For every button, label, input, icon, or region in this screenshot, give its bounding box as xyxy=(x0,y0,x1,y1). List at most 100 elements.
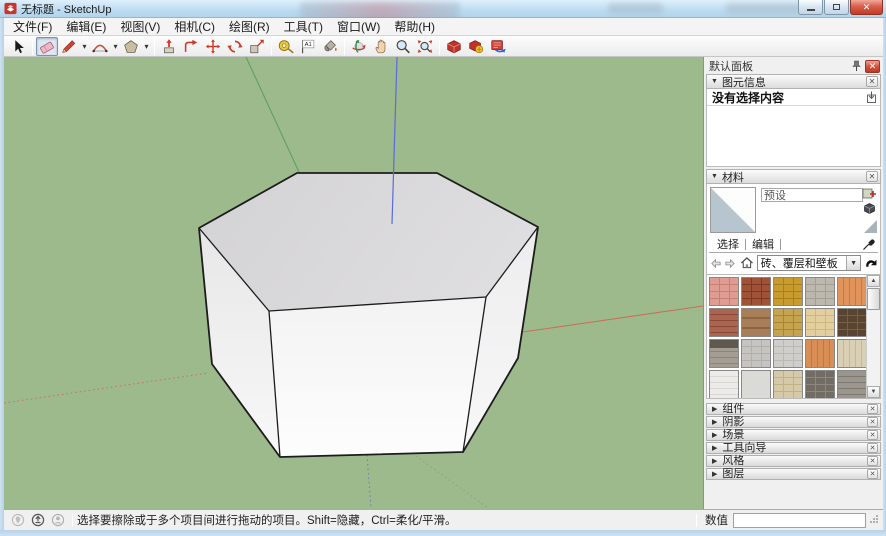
offset-tool-button[interactable] xyxy=(180,37,202,56)
material-swatch-light-gray-pavers[interactable] xyxy=(741,339,771,368)
scale-tool-button[interactable] xyxy=(246,37,268,56)
push-pull-tool-button[interactable] xyxy=(158,37,180,56)
menu-item-4[interactable]: 绘图(R) xyxy=(222,17,277,36)
maximize-button[interactable] xyxy=(824,0,849,15)
collapsed-section-0[interactable]: ▶组件✕ xyxy=(706,403,881,415)
arc-tool-button[interactable] xyxy=(89,37,111,56)
pan-tool-button[interactable] xyxy=(370,37,392,56)
menu-item-0[interactable]: 文件(F) xyxy=(6,17,59,36)
share-model-tool-button[interactable] xyxy=(465,37,487,56)
entity-details-icon[interactable] xyxy=(866,91,877,104)
paint-bucket-tool-button[interactable] xyxy=(319,37,341,56)
material-swatch-brown-siding-horizontal[interactable] xyxy=(741,308,771,337)
zoom-tool-button[interactable] xyxy=(392,37,414,56)
claim-credit-icon[interactable] xyxy=(31,513,45,527)
material-swatch-orange-board-vertical[interactable] xyxy=(805,339,835,368)
zoom-extents-tool-button[interactable] xyxy=(414,37,436,56)
material-swatch-white-siding-horizontal[interactable] xyxy=(709,370,739,398)
material-swatch-red-brown-brick[interactable] xyxy=(741,277,771,306)
entity-info-header[interactable]: ▼ 图元信息 ✕ xyxy=(706,74,881,89)
material-swatch-gray-brick[interactable] xyxy=(837,370,866,398)
menu-item-3[interactable]: 相机(C) xyxy=(167,17,222,36)
material-swatch-gray-concrete-block[interactable] xyxy=(773,339,803,368)
get-models-tool-button[interactable] xyxy=(443,37,465,56)
material-swatch-orange-siding-vertical[interactable] xyxy=(837,277,866,306)
collapsed-section-3[interactable]: ▶工具向导✕ xyxy=(706,442,881,454)
section-close-button[interactable]: ✕ xyxy=(867,443,878,453)
section-close-button[interactable]: ✕ xyxy=(867,417,878,427)
material-name-field[interactable] xyxy=(761,188,863,202)
text-tool-button[interactable]: A1 xyxy=(297,37,319,56)
material-swatch-light-tan-brick[interactable] xyxy=(805,308,835,337)
arc-tool-dropdown[interactable]: ▾ xyxy=(111,37,120,56)
move-tool-button[interactable] xyxy=(202,37,224,56)
material-swatch-tan-stone-block[interactable] xyxy=(773,308,803,337)
collapsed-section-5[interactable]: ▶图层✕ xyxy=(706,468,881,480)
select-tool-button[interactable] xyxy=(7,37,29,56)
tab-edit[interactable]: 编辑 xyxy=(746,236,780,252)
entity-info-close-button[interactable]: ✕ xyxy=(866,76,878,87)
dropdown-arrow-icon[interactable]: ▼ xyxy=(846,256,860,270)
section-close-button[interactable]: ✕ xyxy=(867,430,878,440)
line-tool-button[interactable] xyxy=(58,37,80,56)
tape-measure-tool-button[interactable] xyxy=(275,37,297,56)
material-swatch-beige-siding-vertical[interactable] xyxy=(837,339,866,368)
collapsed-section-2[interactable]: ▶场景✕ xyxy=(706,429,881,441)
menu-item-5[interactable]: 工具(T) xyxy=(277,17,330,36)
hexagonal-prism[interactable] xyxy=(199,173,538,457)
scroll-down-button[interactable]: ▼ xyxy=(867,386,880,398)
tab-select[interactable]: 选择 xyxy=(711,236,745,252)
rotate-tool-button[interactable] xyxy=(224,37,246,56)
material-swatch-dark-brown-brick[interactable] xyxy=(837,308,866,337)
sample-paint-eyedropper-icon[interactable] xyxy=(862,237,876,251)
push-pull-icon xyxy=(160,38,178,55)
material-swatch-capped-stone-wall[interactable] xyxy=(709,339,739,368)
shapes-tool-button[interactable] xyxy=(120,37,142,56)
material-category-dropdown[interactable]: 砖、覆层和壁板 ▼ xyxy=(757,255,861,271)
section-close-button[interactable]: ✕ xyxy=(867,456,878,466)
material-swatch-plain-light-gray[interactable] xyxy=(741,370,771,398)
sign-in-user-icon[interactable] xyxy=(51,513,65,527)
section-close-button[interactable]: ✕ xyxy=(867,404,878,414)
minimize-button[interactable] xyxy=(798,0,823,15)
material-preview-thumbnail[interactable] xyxy=(710,187,756,233)
secondary-pane-icon[interactable] xyxy=(864,256,877,270)
back-arrow-icon[interactable] xyxy=(710,257,722,270)
materials-header[interactable]: ▼ 材料 ✕ xyxy=(706,169,881,184)
material-swatch-gray-stone-block[interactable] xyxy=(805,277,835,306)
line-tool-dropdown[interactable]: ▾ xyxy=(80,37,89,56)
prism-front-face[interactable] xyxy=(269,297,486,457)
swatch-scrollbar[interactable]: ▲ ▼ xyxy=(866,275,880,398)
menu-item-6[interactable]: 窗口(W) xyxy=(330,17,387,36)
resize-grip[interactable] xyxy=(869,514,879,526)
material-swatch-red-stacked-stone[interactable] xyxy=(709,308,739,337)
collapsed-section-1[interactable]: ▶阴影✕ xyxy=(706,416,881,428)
forward-arrow-icon[interactable] xyxy=(724,257,736,270)
close-button[interactable]: ✕ xyxy=(850,0,883,15)
tray-close-button[interactable]: ✕ xyxy=(865,60,880,73)
eraser-tool-button[interactable] xyxy=(36,37,58,56)
shapes-tool-dropdown[interactable]: ▾ xyxy=(142,37,151,56)
material-swatch-golden-brick[interactable] xyxy=(773,277,803,306)
geolocation-icon[interactable] xyxy=(11,513,25,527)
material-swatch-beige-stone[interactable] xyxy=(773,370,803,398)
material-swatch-dark-gray-stone[interactable] xyxy=(805,370,835,398)
orbit-tool-button[interactable] xyxy=(348,37,370,56)
home-icon[interactable] xyxy=(740,256,754,270)
drawing-canvas[interactable] xyxy=(4,57,703,509)
extension-warehouse-tool-button[interactable] xyxy=(487,37,509,56)
create-material-button[interactable] xyxy=(861,186,877,201)
scrollbar-thumb[interactable] xyxy=(867,288,880,310)
material-swatch-salmon-brick[interactable] xyxy=(709,277,739,306)
section-close-button[interactable]: ✕ xyxy=(867,469,878,479)
collapsed-section-4[interactable]: ▶风格✕ xyxy=(706,455,881,467)
set-default-material-button[interactable] xyxy=(861,201,877,216)
materials-close-button[interactable]: ✕ xyxy=(866,171,878,182)
menu-item-1[interactable]: 编辑(E) xyxy=(59,17,113,36)
menu-item-2[interactable]: 视图(V) xyxy=(113,17,167,36)
pin-icon[interactable] xyxy=(851,60,862,72)
scroll-up-button[interactable]: ▲ xyxy=(867,275,880,287)
preview-resize-corner[interactable] xyxy=(864,220,877,233)
menu-item-7[interactable]: 帮助(H) xyxy=(387,17,442,36)
measurement-input[interactable] xyxy=(733,513,866,528)
